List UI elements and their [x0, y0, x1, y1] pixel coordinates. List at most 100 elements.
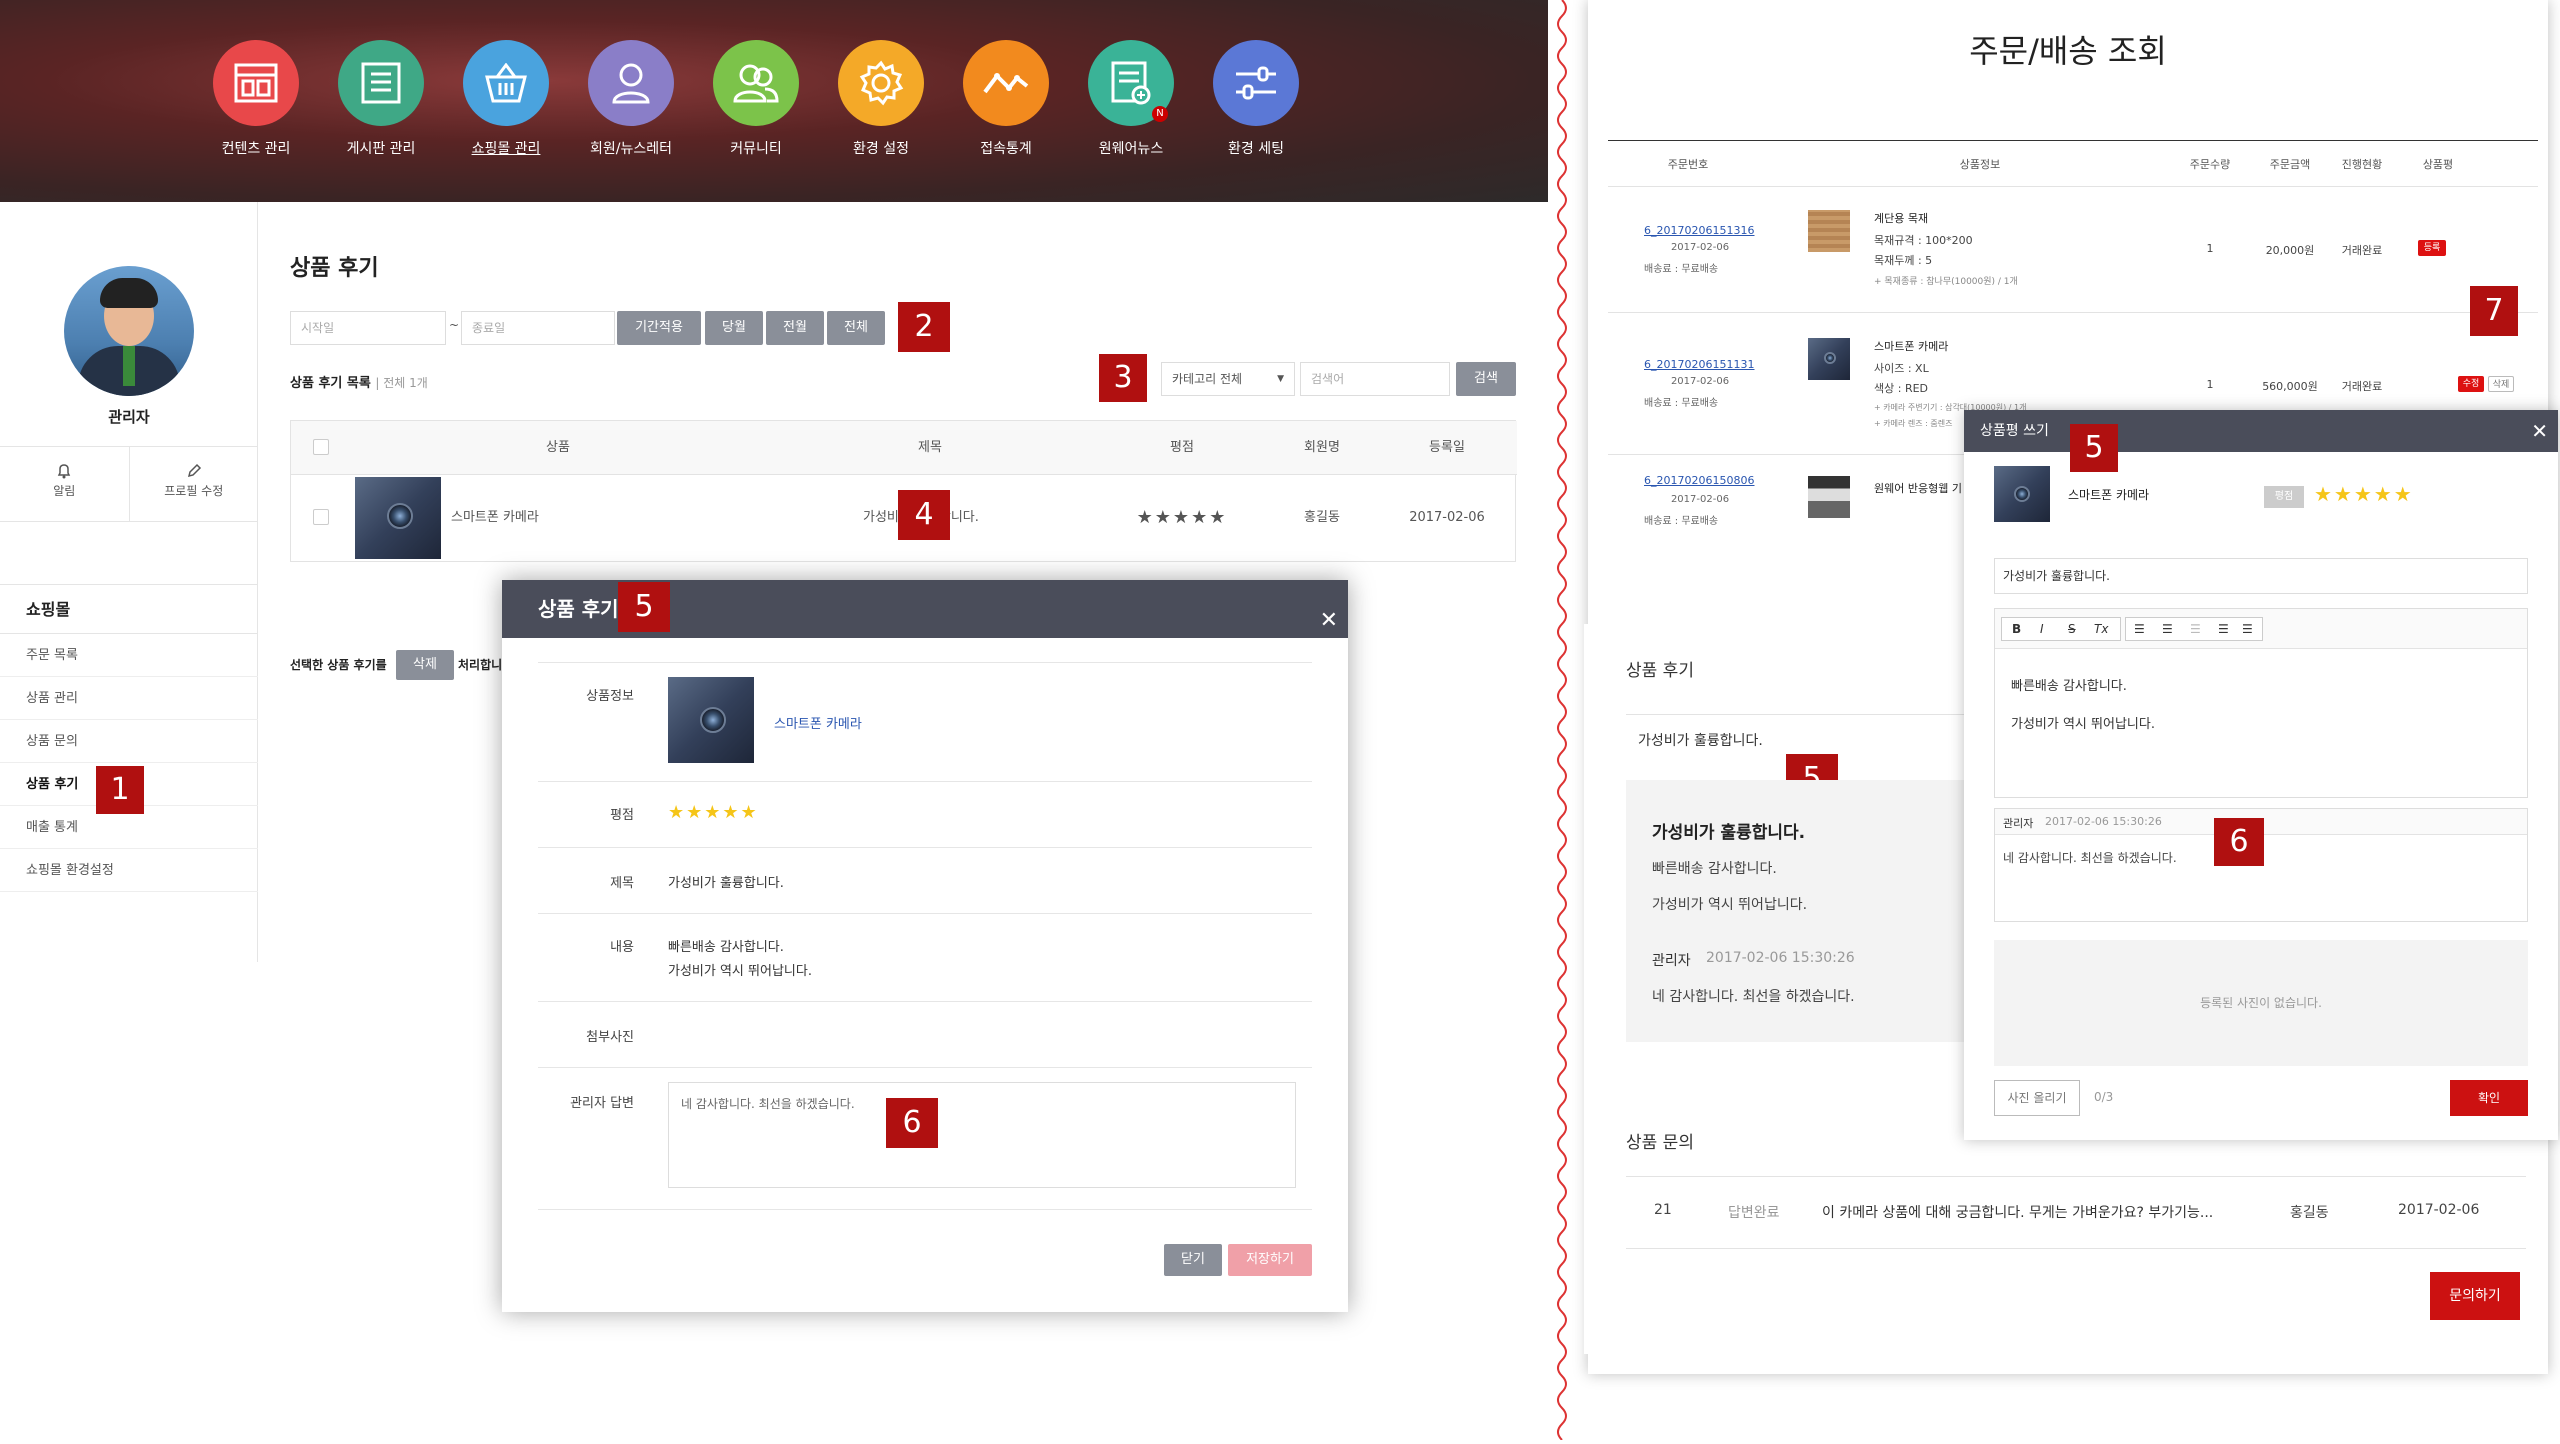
nav-settings[interactable]: 환경 설정 [826, 40, 936, 158]
orders-col: 상품정보 [1959, 158, 2001, 171]
shop-menu: 쇼핑몰 주문 목록 상품 관리 상품 문의 상품 후기 매출 통계 쇼핑몰 환경… [0, 584, 258, 892]
select-all-checkbox[interactable] [313, 439, 329, 455]
nav-community[interactable]: 커뮤니티 [701, 40, 811, 158]
write-modal-title: 상품평 쓰기 [1980, 423, 2049, 439]
admin-label: 관리자 [2003, 817, 2034, 830]
product-link[interactable]: 스마트폰 카메라 [451, 475, 581, 561]
photo-upload-button[interactable]: 사진 올리기 [1994, 1080, 2080, 1116]
nav-member[interactable]: 회원/뉴스레터 [576, 40, 686, 158]
order-date: 2017-02-06 [1670, 376, 1730, 387]
order-number-link[interactable]: 6_20170206151131 [1644, 358, 1754, 371]
table-header-check [291, 421, 353, 475]
review-detail-title: 가성비가 훌륭합니다. [1652, 823, 1806, 843]
order-number-link[interactable]: 6_20170206150806 [1644, 474, 1754, 487]
italic-button[interactable]: I [2040, 618, 2044, 640]
admin-reply-text: 네 감사합니다. 최선을 하겠습니다. [1652, 989, 1855, 1005]
admin-reply-text: 네 감사합니다. 최선을 하겠습니다. [2003, 851, 2177, 865]
bold-button[interactable]: B [2012, 618, 2021, 640]
avatar [64, 266, 194, 396]
strike-button[interactable]: S [2068, 618, 2076, 640]
end-date-input[interactable]: 종료일 [461, 311, 615, 345]
bullet-list-icon[interactable]: ☰ [2162, 622, 2173, 636]
date-tilde: ~ [449, 318, 460, 332]
inquiry-rule [1626, 1176, 2526, 1177]
bell-icon [0, 463, 129, 482]
photo-row: 첨부사진 [538, 1002, 1312, 1068]
profile-edit-tab[interactable]: 프로필 수정 [130, 447, 259, 521]
ordered-list-icon[interactable]: ☰ [2134, 622, 2145, 636]
category-select[interactable]: 카테고리 전체 ▼ [1161, 362, 1295, 396]
nav-board[interactable]: 게시판 관리 [326, 40, 436, 158]
review-date: 2017-02-06 [1409, 510, 1485, 525]
nav-content[interactable]: 컨텐츠 관리 [201, 40, 311, 158]
menu-item-shop-settings[interactable]: 쇼핑몰 환경설정 [0, 849, 258, 892]
write-product-name: 스마트폰 카메라 [2068, 488, 2150, 502]
indent-icon[interactable]: ☰ [2218, 622, 2229, 636]
inquiry-button[interactable]: 문의하기 [2430, 1272, 2520, 1320]
modal-title: 상품 후기 [538, 597, 619, 621]
top-nav-banner: 컨텐츠 관리 게시판 관리 쇼핑몰 관리 회원/뉴스레터 커뮤니티 환경 설정 … [0, 0, 1548, 202]
order-number-link[interactable]: 6_20170206151316 [1644, 224, 1754, 237]
editor-line2: 가성비가 역시 뛰어납니다. [2011, 717, 2155, 732]
editor-toolbar: B I S Tx ☰ ☰ ☰ ☰ ☰ [1995, 609, 2527, 649]
apply-period-button[interactable]: 기간적용 [617, 311, 701, 345]
orders-col: 진행현황 [2341, 158, 2383, 171]
nav-label: 쇼핑몰 관리 [471, 141, 541, 157]
write-modal-header: 상품평 쓰기 ✕ [1964, 410, 2558, 452]
last-month-button[interactable]: 전월 [766, 311, 824, 345]
modal-product-link[interactable]: 스마트폰 카메라 [774, 713, 862, 732]
profile-edit-label: 프로필 수정 [164, 484, 224, 498]
nav-stats[interactable]: 접속통계 [951, 40, 1061, 158]
nav-news[interactable]: N 원웨어뉴스 [1076, 40, 1186, 158]
start-date-input[interactable]: 시작일 [290, 311, 446, 345]
menu-item-inquiry[interactable]: 상품 문의 [0, 720, 258, 763]
nav-shop[interactable]: 쇼핑몰 관리 [451, 40, 561, 158]
user-name: 관리자 [108, 408, 150, 426]
chevron-down-icon: ▼ [1277, 374, 1284, 384]
nav-env-setting[interactable]: 환경 세팅 [1201, 40, 1311, 158]
inquiry-subject[interactable]: 이 카메라 상품에 대해 궁금합니다. 무게는 가벼운가요? 부가기능... [1822, 1202, 2213, 1222]
table-header: 제목 [763, 421, 1097, 475]
save-button[interactable]: 저장하기 [1228, 1244, 1312, 1276]
notification-tab[interactable]: 알림 [0, 447, 130, 521]
page-title: 상품 후기 [290, 256, 379, 281]
write-title-input[interactable]: 가성비가 훌륭합니다. [1994, 558, 2528, 594]
bulk-delete-button[interactable]: 삭제 [396, 650, 454, 680]
review-register-button[interactable]: 등록 [2418, 240, 2446, 256]
this-month-button[interactable]: 당월 [705, 311, 763, 345]
confirm-button[interactable]: 확인 [2450, 1080, 2528, 1116]
menu-item-products[interactable]: 상품 관리 [0, 677, 258, 720]
callout-1: 1 [96, 766, 144, 814]
nav-label: 컨텐츠 관리 [221, 141, 291, 157]
review-delete-button[interactable]: 삭제 [2488, 376, 2514, 392]
search-input[interactable]: 검색어 [1300, 362, 1450, 396]
close-icon[interactable]: ✕ [1320, 592, 1338, 650]
write-rating-stars[interactable]: ★★★★★ [2314, 482, 2414, 506]
photo-empty-area: 등록된 사진이 없습니다. [1994, 940, 2528, 1066]
nav-label: 접속통계 [980, 141, 1032, 157]
list-group: ☰ ☰ ☰ ☰ ☰ [2125, 617, 2263, 641]
users-icon [713, 40, 799, 126]
review-list-title[interactable]: 가성비가 훌륭합니다. [1638, 730, 1763, 750]
outdent-icon[interactable]: ☰ [2190, 622, 2201, 636]
review-edit-button[interactable]: 수정 [2458, 376, 2484, 392]
row-checkbox[interactable] [313, 509, 329, 525]
order-option: 사이즈 : XL [1874, 362, 1929, 375]
modal-content-line2: 가성비가 역시 뛰어납니다. [668, 964, 812, 979]
menu-item-orders[interactable]: 주문 목록 [0, 634, 258, 677]
admin-reply-textarea[interactable]: 네 감사합니다. 최선을 하겠습니다. [668, 1082, 1296, 1188]
close-button[interactable]: 닫기 [1164, 1244, 1222, 1276]
write-editor[interactable]: B I S Tx ☰ ☰ ☰ ☰ ☰ 빠른배송 감사합니다. 가성비가 역시 뛰… [1994, 608, 2528, 798]
close-icon[interactable]: ✕ [2531, 410, 2548, 452]
admin-panel: 컨텐츠 관리 게시판 관리 쇼핑몰 관리 회원/뉴스레터 커뮤니티 환경 설정 … [0, 0, 1548, 1440]
align-icon[interactable]: ☰ [2242, 622, 2253, 636]
clear-format-button[interactable]: Tx [2094, 618, 2108, 640]
admin-label: 관리자 [1652, 953, 1691, 969]
all-period-button[interactable]: 전체 [827, 311, 885, 345]
table-header: 평점 [1097, 421, 1267, 475]
search-button[interactable]: 검색 [1456, 362, 1516, 396]
editor-line1: 빠른배송 감사합니다. [2011, 679, 2127, 694]
orders-col: 주문번호 [1667, 158, 1709, 171]
product-thumbnail[interactable] [355, 477, 441, 559]
order-option: + 목재종류 : 참나무(10000원) / 1개 [1874, 277, 2018, 287]
